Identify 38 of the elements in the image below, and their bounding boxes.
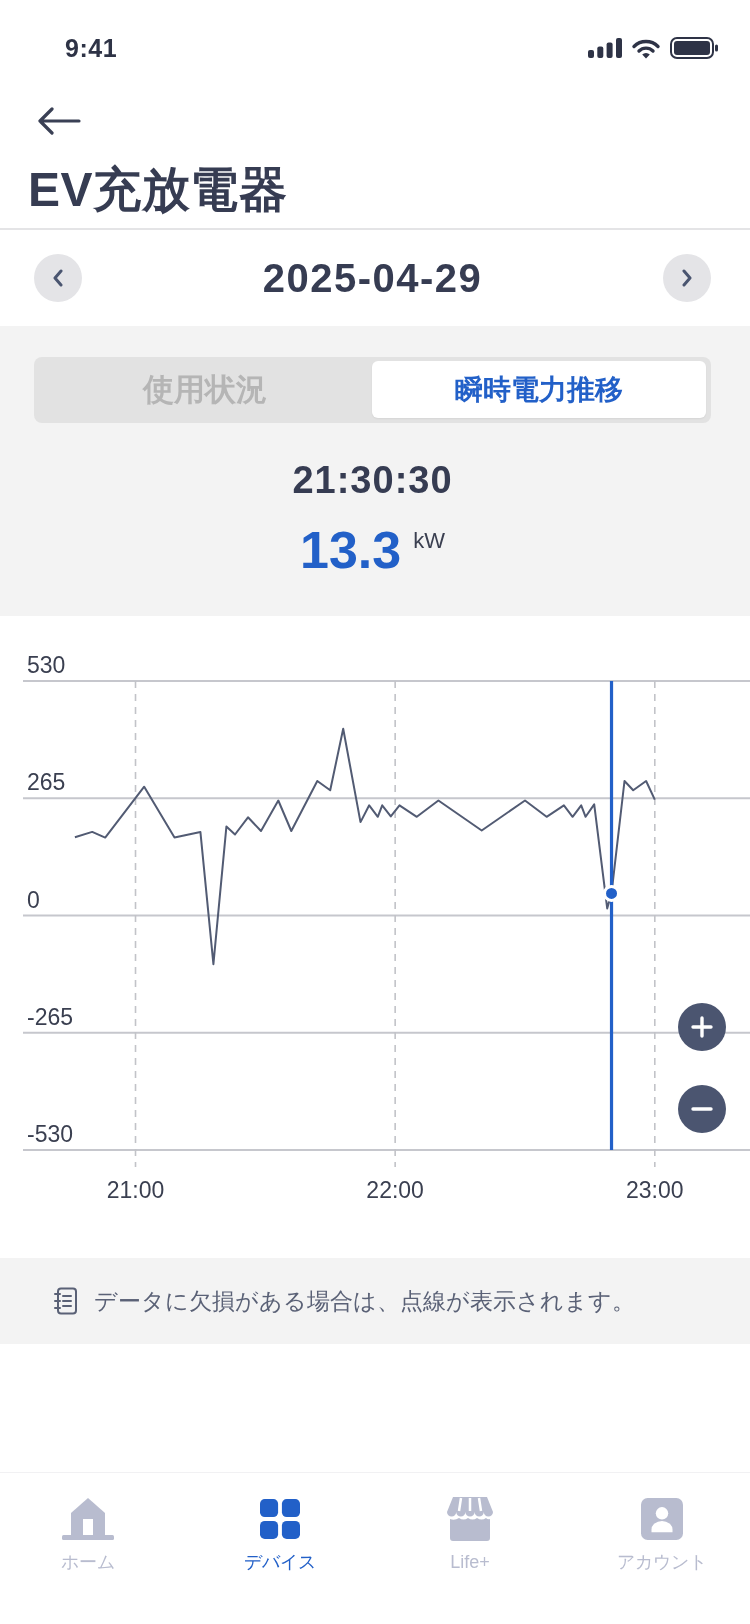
x-axis-label: 21:00 [106,1177,165,1203]
wifi-icon [631,37,661,59]
y-axis-label: 265 [27,769,66,796]
power-unit: kW [413,528,445,554]
y-axis-label: 0 [27,886,40,913]
page-title: EV充放電器 [28,162,288,218]
minus-icon [691,1107,713,1111]
home-icon [62,1497,114,1541]
power-value: 13.3 [300,520,402,580]
nav-tab[interactable]: アカウント [617,1497,707,1573]
nav-tab[interactable]: ホーム [61,1497,115,1573]
tab[interactable]: 瞬時電力推移 [372,361,706,418]
next-date-button[interactable] [663,254,711,302]
signal-icon [588,38,622,58]
battery-icon [670,37,718,59]
previous-date-button[interactable] [34,254,82,302]
reading-time: 21:30:30 [292,460,453,500]
note-text: データに欠損がある場合は、点線が表示されます。 [94,1287,635,1316]
date-label: 2025-04-29 [262,255,483,302]
chevron-left-icon [53,269,63,287]
status-time: 9:41 [65,33,118,63]
y-axis-label: -530 [27,1121,74,1147]
plus-icon [691,1016,713,1038]
chevron-right-icon [682,269,692,287]
zoom-in-button[interactable] [678,1003,726,1051]
back-arrow-icon[interactable] [37,107,81,135]
storefront-icon [447,1497,493,1541]
y-axis-label: -265 [27,1003,74,1030]
zoom-out-button[interactable] [678,1085,726,1133]
y-axis-label: 530 [27,652,66,678]
notebook-icon [54,1287,78,1315]
x-axis-label: 22:00 [366,1177,424,1203]
cursor-dot-icon [603,884,620,902]
nav-tab[interactable]: デバイス [244,1497,316,1573]
x-axis-label: 23:00 [626,1177,684,1203]
nav-tab[interactable]: Life+ [447,1497,493,1573]
person-icon [641,1498,683,1540]
grid-icon [260,1499,300,1539]
